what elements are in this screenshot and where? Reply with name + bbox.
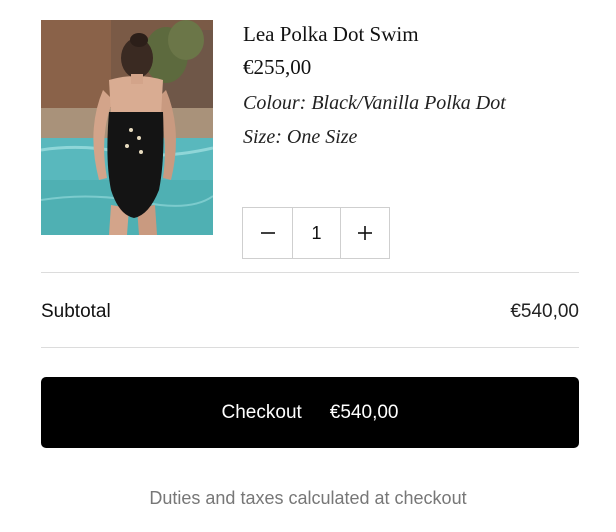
quantity-stepper: 1 [242, 207, 390, 259]
divider [41, 272, 579, 273]
product-size: Size: One Size [243, 126, 358, 148]
minus-icon [260, 232, 275, 234]
increase-quantity-button[interactable] [340, 208, 389, 258]
quantity-value[interactable]: 1 [292, 208, 340, 258]
checkout-label: Checkout [221, 401, 302, 423]
product-title[interactable]: Lea Polka Dot Swim [243, 22, 419, 47]
checkout-amount: €540,00 [329, 401, 399, 423]
plus-icon [358, 226, 372, 240]
checkout-button[interactable]: Checkout €540,00 [41, 377, 579, 448]
duties-note: Duties and taxes calculated at checkout [149, 488, 467, 508]
subtotal-label: Subtotal [41, 301, 111, 322]
decrease-quantity-button[interactable] [243, 208, 292, 258]
subtotal-value: €540,00 [510, 301, 579, 322]
product-image [41, 20, 213, 235]
divider [41, 347, 579, 348]
product-price: €255,00 [243, 55, 312, 79]
product-colour: Colour: Black/Vanilla Polka Dot [243, 92, 506, 114]
